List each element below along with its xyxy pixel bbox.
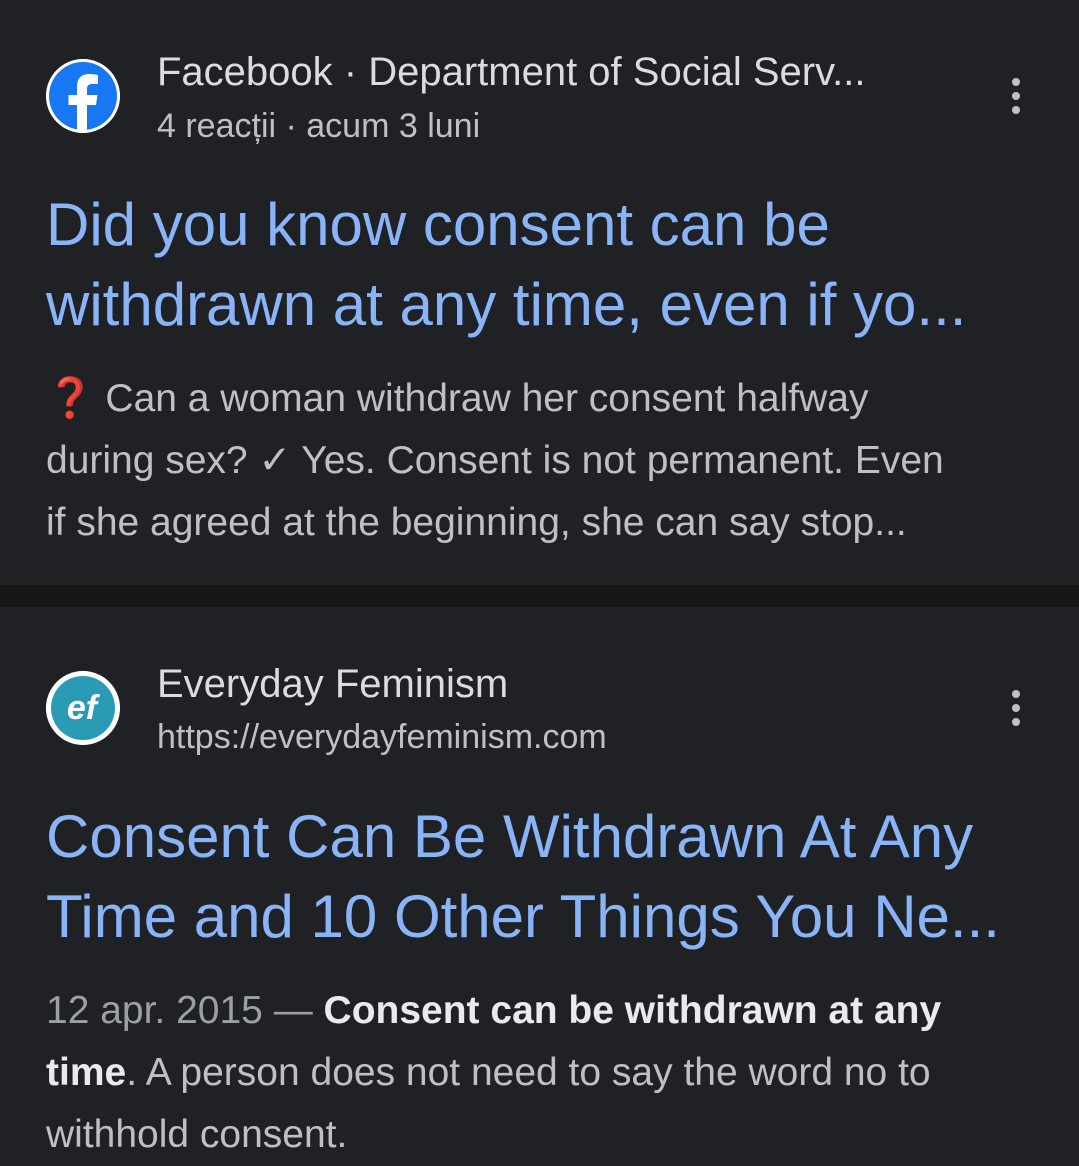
more-vert-icon (1012, 78, 1020, 86)
result-title-link[interactable]: Did you know consent can be withdrawn at… (46, 185, 1036, 345)
more-vert-icon (1012, 690, 1020, 698)
result-date: 12 apr. 2015 — (46, 989, 324, 1032)
title-line: Consent Can Be Withdrawn At Any (46, 803, 974, 870)
facebook-icon (46, 59, 120, 133)
result-snippet: ❓ Can a woman withdraw her consent halfw… (46, 377, 944, 544)
title-line: withdrawn at any time, even if yo... (46, 271, 967, 338)
title-line: Time and 10 Other Things You Ne... (46, 883, 1000, 950)
question-mark-icon: ❓ (46, 377, 95, 420)
source-name: Everyday Feminism (157, 662, 509, 706)
result-snippet: 12 apr. 2015 — Consent can be withdrawn … (46, 989, 942, 1156)
source-meta: 4 reacții · acum 3 luni (157, 107, 481, 145)
source-url: https://everydayfeminism.com (157, 718, 607, 756)
everyday-feminism-icon: ef (46, 671, 120, 745)
more-options-button[interactable] (999, 678, 1033, 738)
result-divider (0, 585, 1079, 607)
search-result-facebook[interactable]: Facebook · Department of Social Serv... … (0, 0, 1079, 585)
source-name: Facebook · Department of Social Serv... (157, 50, 866, 94)
more-options-button[interactable] (999, 66, 1033, 126)
title-line: Did you know consent can be (46, 191, 830, 258)
svg-text:ef: ef (67, 689, 101, 727)
search-result-everyday-feminism[interactable]: ef Everyday Feminism https://everydayfem… (0, 607, 1079, 1156)
result-title-link[interactable]: Consent Can Be Withdrawn At Any Time and… (46, 797, 1036, 957)
